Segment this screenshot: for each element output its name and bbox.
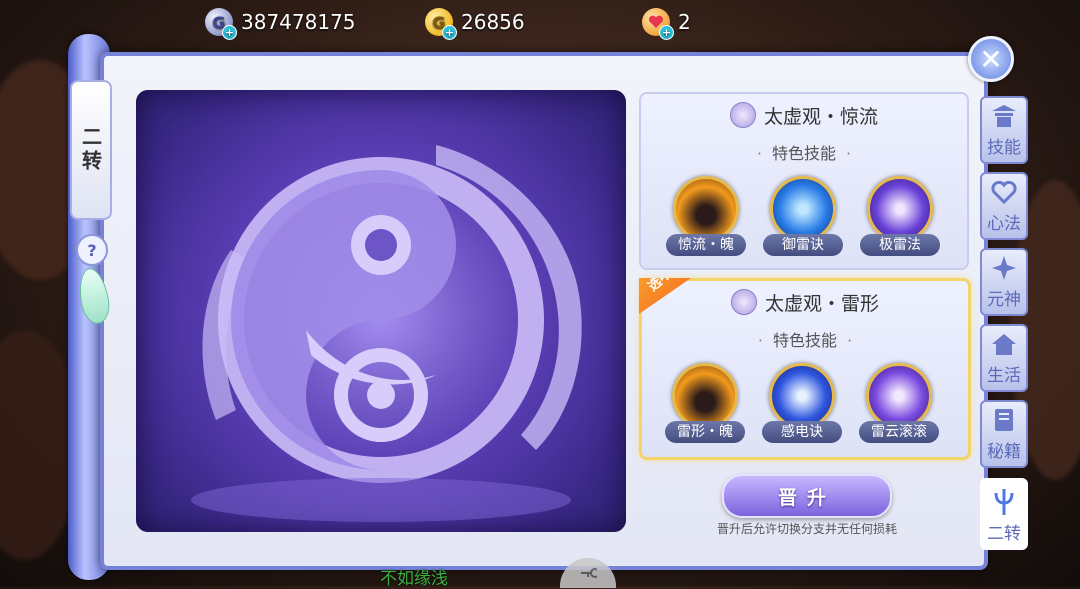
branch-title-text: 太虚观・雷形	[764, 292, 879, 315]
silver-g-coin-icon: G +	[205, 8, 237, 40]
branch-title: 太虚观・雷形	[642, 287, 968, 317]
bottom-chat-text: 不如缘浅	[380, 569, 448, 589]
tab-label: 二转	[987, 524, 1021, 544]
skill-yuleijue[interactable]: 御雷诀	[758, 176, 848, 256]
shuriken-icon	[989, 253, 1019, 283]
flame-cat-icon	[673, 176, 739, 242]
silver-amount: 387478175	[241, 10, 356, 34]
tab-label: 元神	[987, 290, 1021, 310]
feature-skills-label: 特色技能	[641, 140, 967, 164]
skill-label: 感电诀	[762, 421, 842, 443]
tab-secret-books[interactable]: 秘籍	[980, 400, 1028, 468]
gold-g-coin-icon: G +	[425, 8, 457, 40]
taixu-yinyang-emblem-icon	[181, 115, 582, 522]
feature-skills-label: 特色技能	[642, 327, 968, 351]
tab-primal-spirit[interactable]: 元神	[980, 248, 1028, 316]
tab-label: 生活	[987, 366, 1021, 386]
tab-life[interactable]: 生活	[980, 324, 1028, 392]
skill-label: 雷云滚滚	[859, 421, 939, 443]
branch-card-leixing[interactable]: 选中 太虚观・雷形 特色技能 雷形・魄 感电诀 雷云滚滚	[639, 278, 971, 460]
skill-jileifa[interactable]: 极雷法	[855, 176, 945, 256]
pagoda-icon	[989, 101, 1019, 131]
skill-jingliu-po[interactable]: 惊流・魄	[661, 176, 751, 256]
skill-leiyungungun[interactable]: 雷云滚滚	[854, 363, 944, 443]
currency-heart[interactable]: + 2	[642, 6, 691, 40]
tab-label: 技能	[987, 138, 1021, 158]
skill-label: 御雷诀	[763, 234, 843, 256]
lightning-swirl-icon	[770, 176, 836, 242]
tab-skills[interactable]: 技能	[980, 96, 1028, 164]
currency-gold[interactable]: G + 26856	[425, 6, 525, 40]
skill-label: 极雷法	[860, 234, 940, 256]
branch-title: 太虚观・惊流	[641, 100, 967, 130]
tab-mind-method[interactable]: 心法	[980, 172, 1028, 240]
add-icon: +	[659, 25, 674, 40]
branch-card-jingliu[interactable]: 太虚观・惊流 特色技能 惊流・魄 御雷诀 极雷法	[639, 92, 969, 270]
branch-title-text: 太虚观・惊流	[763, 105, 878, 128]
skill-gandianjue[interactable]: 感电诀	[757, 363, 847, 443]
advance-note: 晋升后允许切换分支并无任何损耗	[716, 522, 897, 536]
tab-label: 秘籍	[987, 442, 1021, 462]
tab-label: 心法	[987, 214, 1021, 234]
skill-label: 惊流・魄	[666, 234, 746, 256]
key-icon	[581, 567, 597, 578]
sect-emblem-icon	[729, 102, 756, 128]
electric-burst-icon	[769, 363, 835, 429]
close-button[interactable]: ✕	[968, 36, 1014, 82]
close-icon: ✕	[979, 42, 1003, 76]
heart-hand-icon	[989, 177, 1019, 207]
sect-emblem-icon	[730, 289, 757, 315]
house-icon	[989, 329, 1019, 359]
flame-cat-icon	[672, 363, 738, 429]
book-icon	[989, 405, 1019, 435]
skill-leixing-po[interactable]: 雷形・魄	[660, 363, 750, 443]
heart-token-icon: +	[642, 8, 674, 40]
thunder-cloud-icon	[866, 363, 932, 429]
add-icon: +	[222, 25, 237, 40]
advance-button[interactable]: 晋升	[722, 474, 892, 518]
gold-amount: 26856	[461, 10, 525, 34]
heart-amount: 2	[678, 10, 691, 34]
add-icon: +	[442, 25, 457, 40]
help-button[interactable]: ?	[76, 234, 108, 266]
thunder-hand-icon	[867, 176, 933, 242]
tab-second-promotion[interactable]: 二转	[980, 478, 1028, 550]
skill-label: 雷形・魄	[665, 421, 745, 443]
sect-emblem-display	[136, 90, 626, 532]
currency-silver[interactable]: G + 387478175	[205, 6, 356, 40]
trident-icon	[989, 487, 1019, 517]
panel-title-tag: 二转	[70, 80, 112, 220]
